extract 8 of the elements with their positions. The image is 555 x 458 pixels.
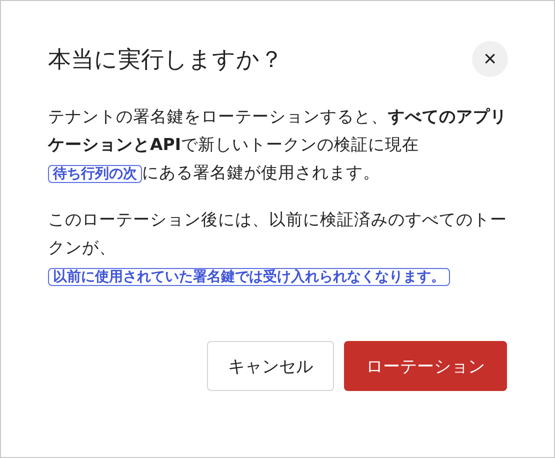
highlight-tag: 待ち行列の次 [48,165,142,183]
highlight-tag: 以前に使用されていた署名鍵では受け入れられなくなります。 [48,268,450,286]
cancel-button[interactable]: キャンセル [207,341,334,391]
message-paragraph: このローテーション後には、以前に検証済みのすべてのトークンが、 以前に使用されていた署名鍵では受け入れられなくなります。 [48,209,508,288]
rotate-button[interactable]: ローテーション [344,341,507,391]
message-paragraph: テナントの署名鍵をローテーションすると、すべてのアプリケーションとAPIで新しいトークンの検証に現在 待ち行列の次 にある署名鍵が使用されます。 [48,106,508,185]
dialog-title: 本当に実行しますか？ [48,46,283,74]
close-button[interactable]: × [472,41,508,77]
